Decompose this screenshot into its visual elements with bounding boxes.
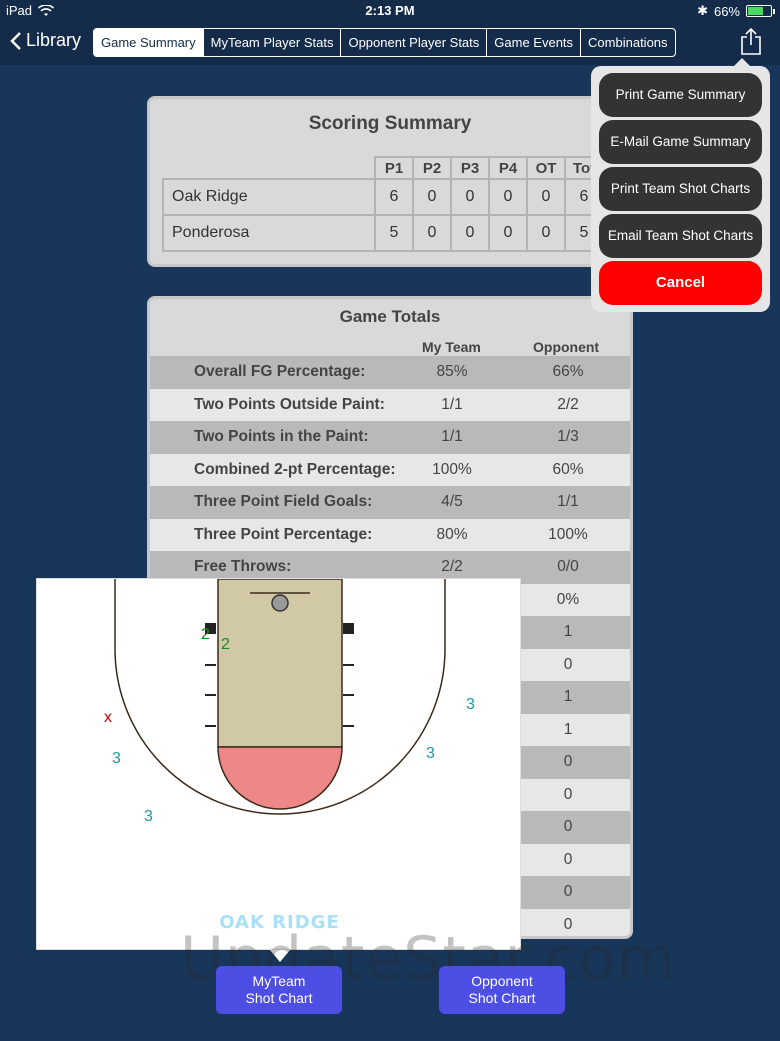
- tab-myteam-player-stats[interactable]: MyTeam Player Stats: [204, 29, 342, 56]
- nav-bar: Library Game Summary MyTeam Player Stats…: [0, 20, 780, 65]
- stat-label: Overall FG Percentage:: [194, 363, 366, 381]
- battery-icon: [746, 5, 775, 17]
- score-cell: 0: [412, 214, 452, 252]
- my-team-value: 85%: [436, 363, 468, 381]
- score-cell: 0: [488, 178, 528, 216]
- table-row: Combined 2-pt Percentage: 100% 60%: [150, 453, 630, 486]
- score-cell: 0: [526, 214, 566, 252]
- score-cell: 5: [374, 214, 414, 252]
- email-game-summary-button[interactable]: E-Mail Game Summary: [599, 120, 762, 164]
- opponent-value: 0: [563, 753, 573, 771]
- scoring-summary-title: Scoring Summary: [308, 113, 472, 134]
- my-team-value: 4/5: [441, 493, 463, 511]
- table-row: Two Points Outside Paint: 1/1 2/2: [150, 388, 630, 421]
- button-line: Shot Chart: [468, 990, 536, 1006]
- share-icon[interactable]: [740, 28, 762, 56]
- opponent-value: 0%: [556, 590, 580, 608]
- period-header: P1: [374, 156, 414, 179]
- opponent-value: 0/0: [557, 558, 579, 576]
- back-button[interactable]: Library: [10, 30, 81, 51]
- tab-opponent-player-stats[interactable]: Opponent Player Stats: [341, 29, 488, 56]
- my-team-value: 80%: [436, 525, 468, 543]
- opponent-value: 1: [563, 623, 573, 641]
- stat-label: Three Point Field Goals:: [194, 493, 373, 511]
- period-header: P3: [450, 156, 490, 179]
- scoring-table: P1 P2 P3 P4 OT Tot Oak Ridge 6 0 0 0 0 6…: [162, 156, 604, 252]
- back-label: Library: [26, 30, 82, 50]
- team-name: Ponderosa: [162, 214, 376, 252]
- score-cell: 0: [412, 178, 452, 216]
- tab-game-events[interactable]: Game Events: [487, 29, 582, 56]
- email-team-shot-charts-button[interactable]: Email Team Shot Charts: [599, 214, 762, 258]
- opponent-value: 0: [563, 883, 573, 901]
- opponent-value: 1/1: [557, 493, 579, 511]
- shot-mark: x: [104, 709, 112, 726]
- tab-combinations[interactable]: Combinations: [581, 29, 675, 56]
- bluetooth-icon: ✱: [697, 3, 708, 18]
- shot-mark: 3: [466, 696, 475, 713]
- print-team-shot-charts-button[interactable]: Print Team Shot Charts: [599, 167, 762, 211]
- opponent-value: 1: [563, 720, 573, 738]
- score-cell: 0: [450, 214, 490, 252]
- tab-game-summary[interactable]: Game Summary: [94, 29, 204, 56]
- period-header: P4: [488, 156, 528, 179]
- print-game-summary-button[interactable]: Print Game Summary: [599, 73, 762, 117]
- court-diagram: 22 x 3 3 3 3: [104, 578, 475, 825]
- stat-label: Combined 2-pt Percentage:: [194, 460, 396, 478]
- shot-mark: 2: [201, 626, 210, 643]
- period-header: P2: [412, 156, 452, 179]
- button-line: Opponent: [471, 973, 533, 989]
- shot-mark: 3: [144, 808, 153, 825]
- opponent-value: 0: [563, 655, 573, 673]
- table-row: Ponderosa 5 0 0 0 0 5: [162, 214, 604, 252]
- my-team-value: 1/1: [441, 395, 463, 413]
- scoring-summary-card: Scoring Summary P1 P2 P3 P4 OT Tot Oak R…: [147, 96, 633, 267]
- shot-chart[interactable]: 22x3333 OAK RIDGE: [36, 578, 521, 950]
- myteam-shot-chart-button[interactable]: MyTeam Shot Chart: [216, 966, 342, 1014]
- stat-label: Three Point Percentage:: [194, 525, 373, 543]
- table-row: Three Point Field Goals: 4/5 1/1: [150, 486, 630, 519]
- status-bar: iPad 2:13 PM ✱ 66%: [0, 0, 780, 20]
- opponent-value: 0: [563, 850, 573, 868]
- button-line: MyTeam: [252, 973, 306, 989]
- segmented-tabs: Game Summary MyTeam Player Stats Opponen…: [93, 28, 676, 57]
- my-team-value: 2/2: [441, 558, 463, 576]
- team-name: Oak Ridge: [162, 178, 376, 216]
- score-cell: 0: [526, 178, 566, 216]
- period-header: OT: [526, 156, 566, 179]
- opponent-value: 66%: [552, 363, 584, 381]
- stat-label: Free Throws:: [194, 558, 292, 576]
- opponent-value: 0: [563, 785, 573, 803]
- my-team-value: 100%: [432, 460, 472, 478]
- table-row: Two Points in the Paint: 1/1 1/3: [150, 421, 630, 454]
- stat-label: Two Points in the Paint:: [194, 428, 369, 446]
- opponent-value: 1/3: [557, 428, 579, 446]
- opponent-header: Opponent: [533, 339, 600, 355]
- chevron-left-icon: [10, 31, 21, 50]
- my-team-value: 1/1: [441, 428, 463, 446]
- shot-mark: 3: [426, 745, 435, 762]
- shot-mark: 2: [221, 636, 230, 653]
- score-cell: 6: [374, 178, 414, 216]
- button-line: Shot Chart: [245, 990, 313, 1006]
- score-cell: 0: [488, 214, 528, 252]
- opponent-value: 60%: [552, 460, 584, 478]
- share-popover: Print Game Summary E-Mail Game Summary P…: [591, 58, 770, 312]
- opponent-shot-chart-button[interactable]: Opponent Shot Chart: [439, 966, 565, 1014]
- battery-percent: 66%: [713, 3, 740, 19]
- opponent-value: 2/2: [557, 395, 579, 413]
- table-row: Three Point Percentage: 80% 100%: [150, 518, 630, 551]
- opponent-value: 0: [563, 818, 573, 836]
- status-time: 2:13 PM: [365, 3, 415, 18]
- opponent-value: 100%: [548, 525, 588, 543]
- score-cell: 0: [450, 178, 490, 216]
- game-totals-title: Game Totals: [339, 307, 441, 326]
- table-row: Oak Ridge 6 0 0 0 0 6: [162, 178, 604, 216]
- cancel-button[interactable]: Cancel: [599, 261, 762, 305]
- opponent-value: 1: [563, 688, 573, 706]
- table-row: Overall FG Percentage: 85% 66%: [150, 356, 630, 389]
- stat-label: Two Points Outside Paint:: [194, 395, 385, 413]
- shot-mark: 3: [112, 750, 121, 767]
- my-team-header: My Team: [422, 339, 481, 355]
